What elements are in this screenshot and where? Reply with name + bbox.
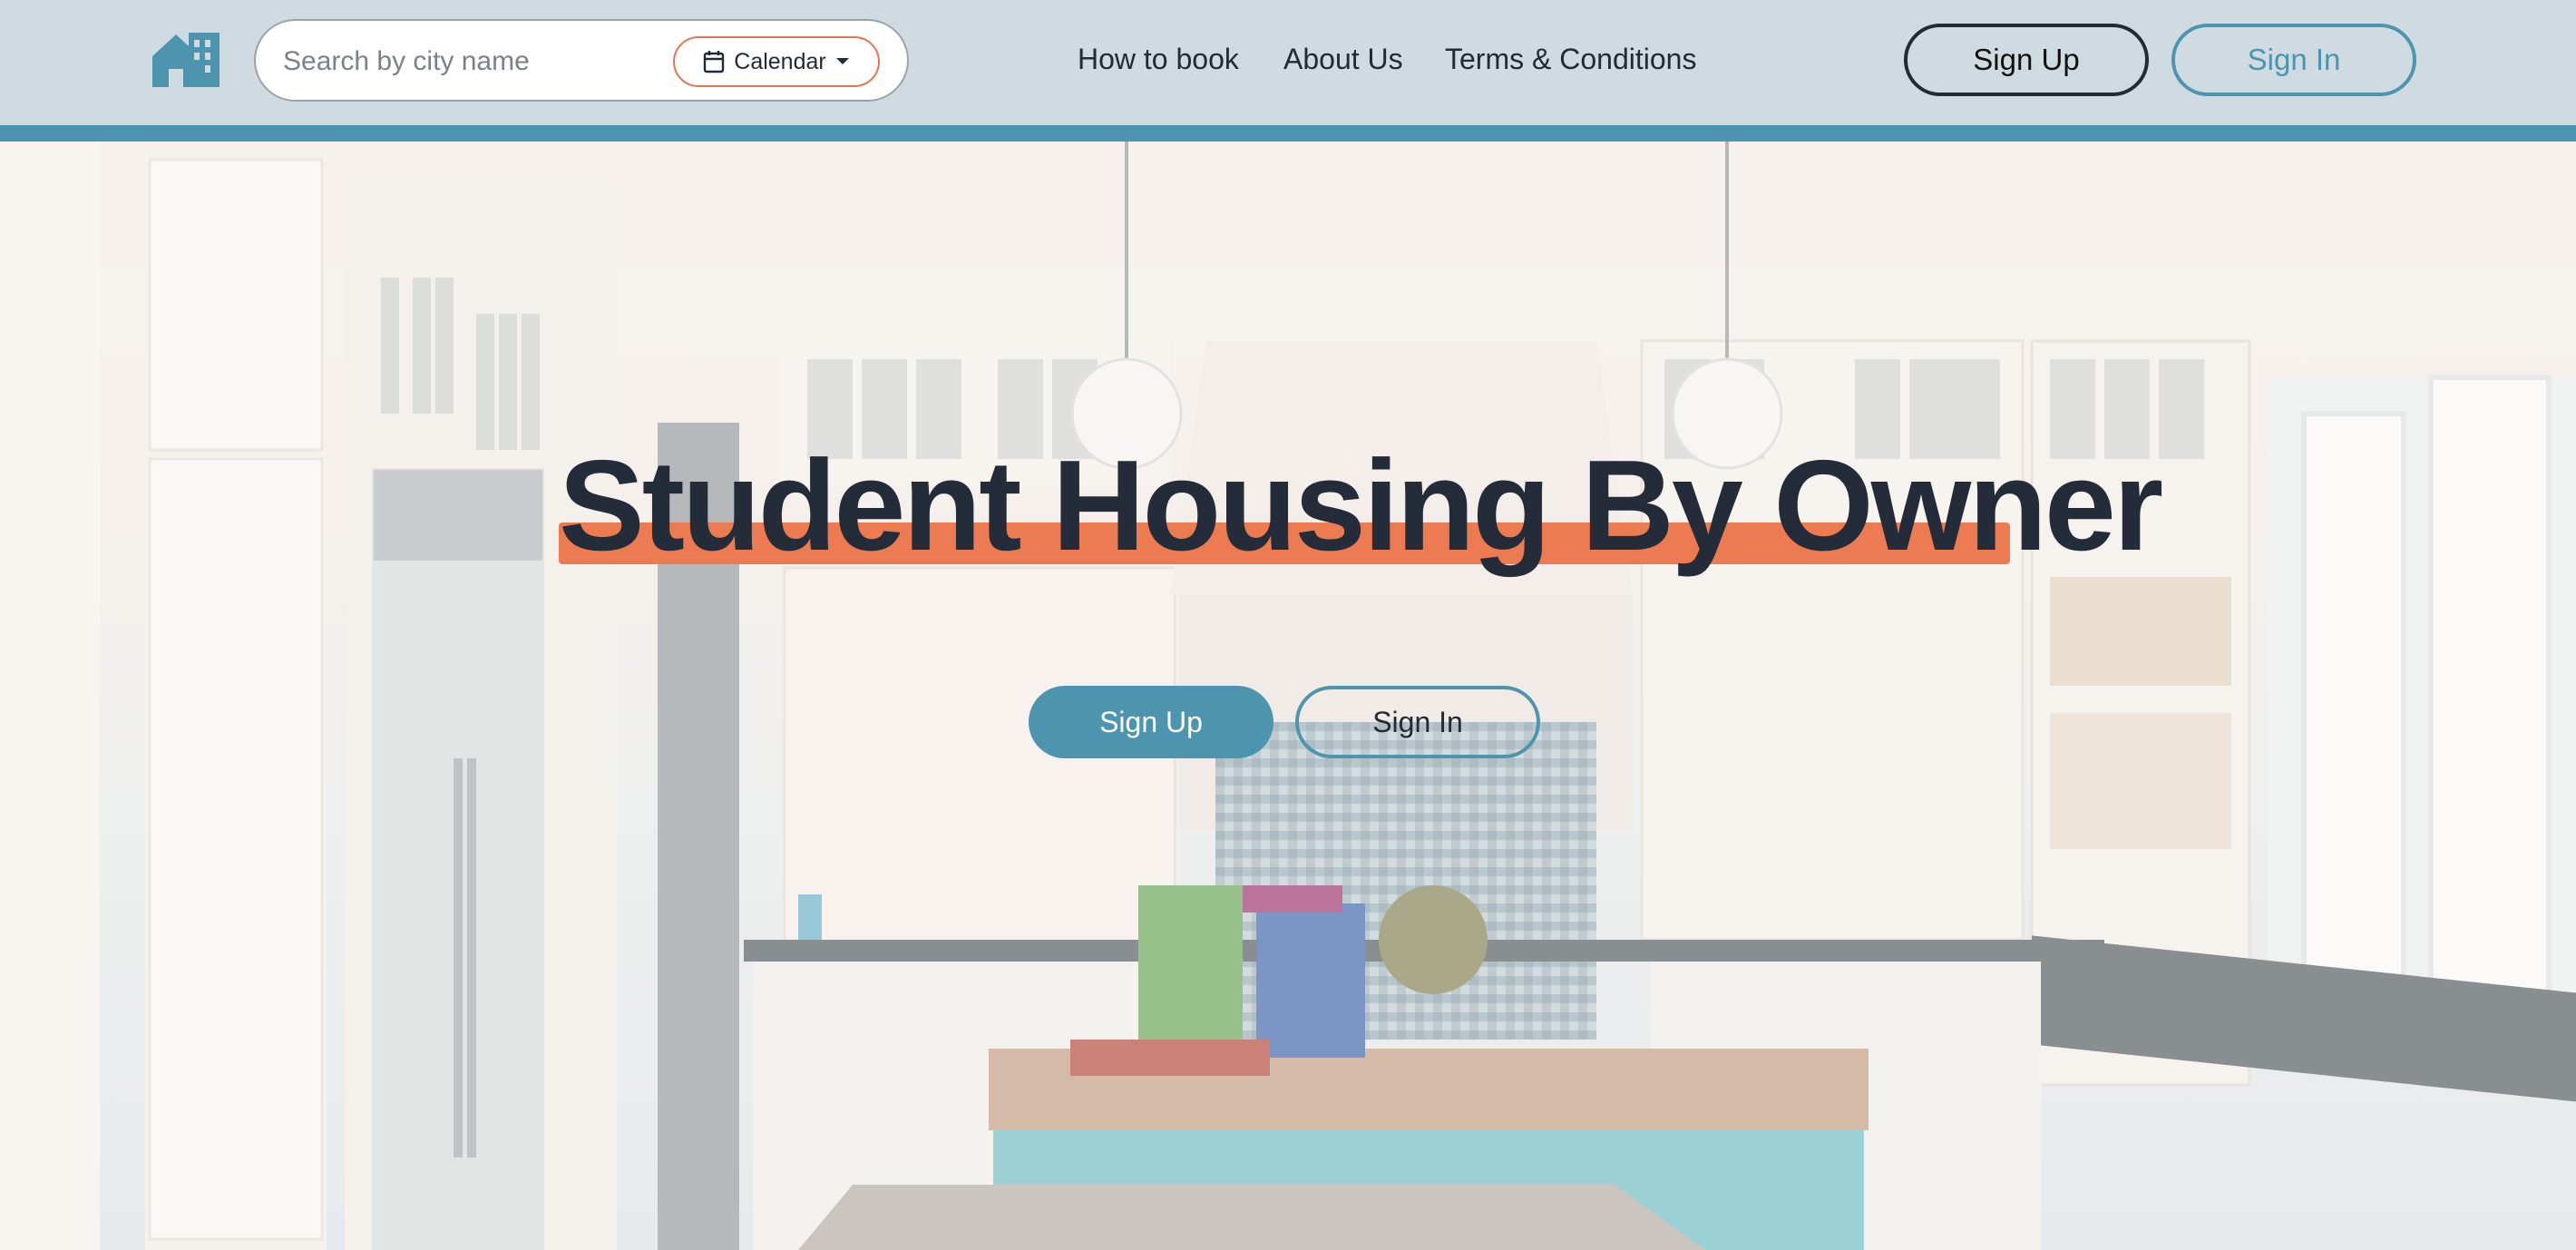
hero-section: Student Housing By Owner Sign Up Sign In (0, 142, 2576, 1250)
header-sign-in-button[interactable]: Sign In (2171, 24, 2416, 96)
calendar-dropdown-button[interactable]: Calendar (673, 36, 880, 87)
nav-terms-conditions[interactable]: Terms & Conditions (1445, 36, 1696, 82)
top-navbar: Calendar How to book About Us Terms & Co… (0, 0, 2576, 125)
nav-about-us[interactable]: About Us (1283, 36, 1403, 82)
search-input[interactable] (283, 39, 646, 84)
caret-down-icon (835, 58, 849, 64)
header-accent-stripe (0, 125, 2576, 142)
header-sign-up-button[interactable]: Sign Up (1904, 24, 2149, 96)
hero-title: Student Housing By Owner (559, 434, 2163, 578)
calendar-label: Calendar (734, 48, 826, 74)
house-logo-icon[interactable] (152, 31, 220, 87)
hero-sign-up-button[interactable]: Sign Up (1029, 686, 1273, 758)
hero-sign-in-button[interactable]: Sign In (1295, 686, 1540, 758)
nav-how-to-book[interactable]: How to book (1078, 36, 1239, 82)
hero-overlay (0, 142, 2576, 1250)
search-bar: Calendar (254, 19, 909, 102)
calendar-icon (704, 51, 725, 73)
